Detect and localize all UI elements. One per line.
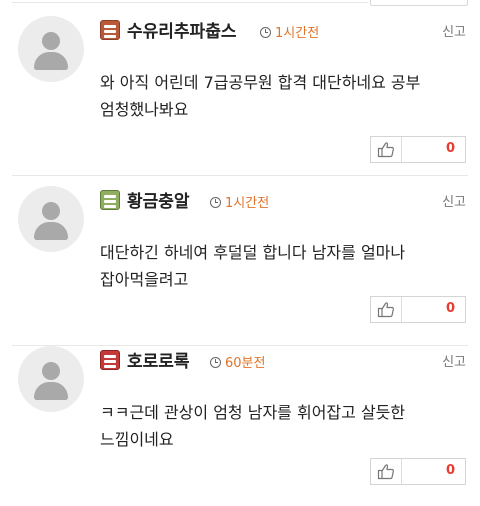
like-count: 0 — [445, 141, 455, 156]
like-button[interactable]: 0 — [370, 136, 466, 163]
user-silhouette-icon — [18, 186, 84, 252]
clock-icon — [260, 27, 271, 38]
level-badge-icon — [100, 190, 120, 210]
clock-icon — [210, 357, 221, 368]
comment-time-text: 60분전 — [225, 356, 266, 371]
clock-icon — [210, 197, 221, 208]
report-button[interactable]: 신고 — [442, 191, 466, 210]
like-count: 0 — [445, 463, 455, 478]
comment-body: 와 아직 어린데 7급공무원 합격 대단하네요 공부 엄청했나봐요 — [100, 73, 421, 119]
like-button[interactable]: 0 — [370, 296, 466, 323]
comment-time-text: 1시간전 — [275, 26, 320, 41]
comment-time: 60분전 — [210, 352, 265, 371]
thumbs-up-icon — [377, 302, 394, 318]
report-button[interactable]: 신고 — [442, 21, 466, 40]
level-badge-icon — [100, 20, 120, 40]
comment-author[interactable]: 호로로록 — [127, 347, 190, 372]
divider — [12, 2, 368, 3]
report-button[interactable]: 신고 — [442, 351, 466, 370]
comment-author[interactable]: 황금충알 — [127, 187, 190, 212]
user-silhouette-icon — [18, 346, 84, 412]
comment-time: 1시간전 — [260, 22, 319, 41]
comment-body: ㅋㅋ근데 관상이 엄청 남자를 휘어잡고 살듯한 느낌이네요 — [100, 403, 406, 449]
comment-author[interactable]: 수유리추파춥스 — [127, 17, 236, 42]
comment-item: 수유리추파춥스 1시간전 신고 와 아직 어린데 7급공무원 합격 대단하네요 … — [0, 6, 480, 176]
thumbs-up-icon — [377, 464, 394, 480]
thumbs-up-icon — [377, 142, 394, 158]
like-count: 0 — [445, 301, 455, 316]
level-badge-icon — [100, 350, 120, 370]
user-silhouette-icon — [18, 16, 84, 82]
comment-item: 황금충알 1시간전 신고 대단하긴 하네여 후덜덜 합니다 남자를 얼마나 잡아… — [0, 176, 480, 346]
comment-item: 호로로록 60분전 신고 ㅋㅋ근데 관상이 엄청 남자를 휘어잡고 살듯한 느낌… — [0, 336, 480, 506]
comment-body: 대단하긴 하네여 후덜덜 합니다 남자를 얼마나 잡아먹을려고 — [100, 243, 406, 289]
comment-time: 1시간전 — [210, 192, 269, 211]
comment-time-text: 1시간전 — [225, 196, 270, 211]
like-button[interactable]: 0 — [370, 458, 466, 485]
